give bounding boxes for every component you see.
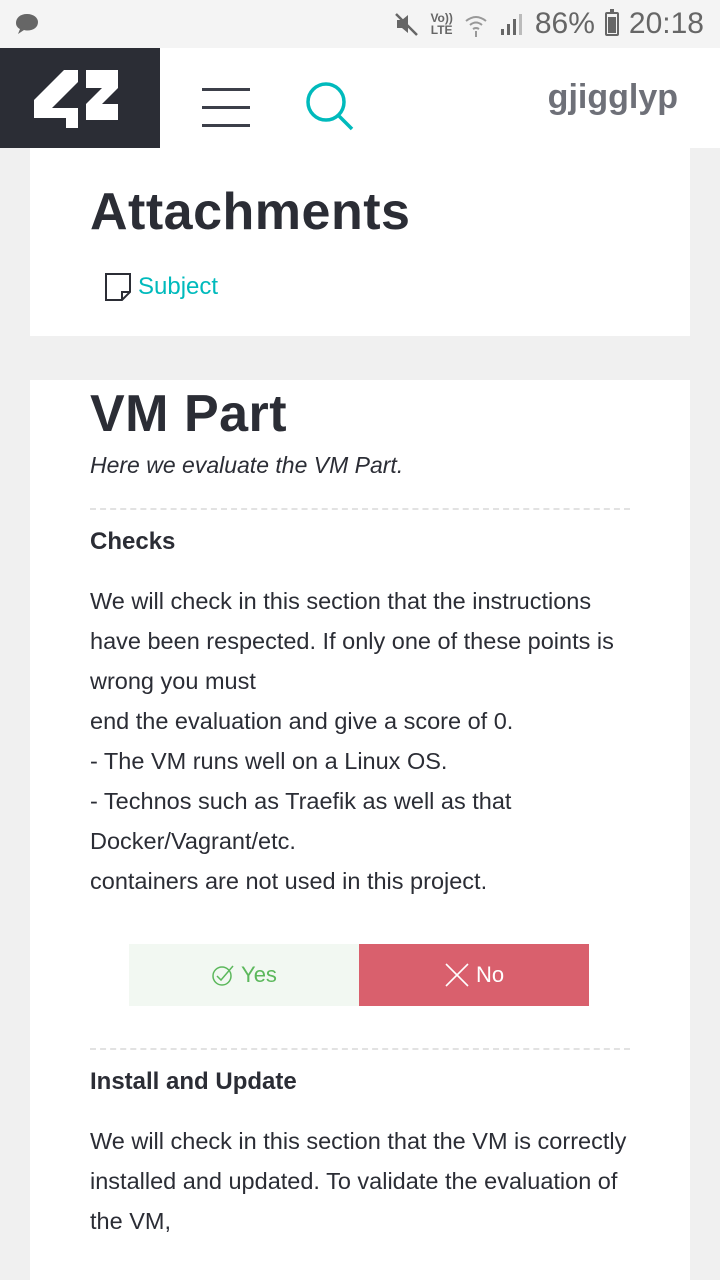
menu-icon[interactable] [202,88,252,130]
attachment-link-subject[interactable]: Subject [138,273,218,301]
document-icon [105,273,131,301]
section-body-checks: We will check in this section that the i… [90,588,614,894]
logo[interactable] [0,48,160,148]
battery-percent: 86% [534,7,595,40]
section-title-install-update: Install and Update [90,1068,297,1095]
no-button[interactable]: No [359,944,589,1006]
search-icon[interactable] [302,80,356,134]
close-icon [445,963,469,987]
vm-part-card: VM Part Here we evaluate the VM Part. Ch… [30,380,690,1280]
attachment-item[interactable]: Subject [104,272,218,302]
section-body-install-update: We will check in this section that the V… [90,1128,627,1234]
yes-label: Yes [241,962,277,987]
app-header: gjigglyp [0,48,720,148]
vm-part-title: VM Part [90,385,288,443]
chat-notification-icon [16,14,38,34]
username[interactable]: gjigglyp [548,78,678,117]
logo-42-icon [34,70,118,128]
check-icon [212,965,234,986]
attachments-title: Attachments [90,183,411,241]
no-label: No [475,962,505,987]
battery-icon [604,9,619,36]
volte-icon: Vo)) LTE [430,11,453,37]
divider [90,1048,630,1050]
attachments-card: Attachments Subject [30,148,690,336]
vm-part-subtitle: Here we evaluate the VM Part. [90,452,404,478]
yes-button[interactable]: Yes [129,944,359,1006]
wifi-icon [465,16,487,37]
section-title-checks: Checks [90,528,176,555]
divider [90,508,630,510]
clock: 20:18 [628,7,704,40]
mute-icon [395,13,419,36]
status-bar: Vo)) LTE 86% 20:18 [0,0,720,48]
answer-buttons: Yes No [129,944,589,1006]
signal-icon [500,14,522,35]
